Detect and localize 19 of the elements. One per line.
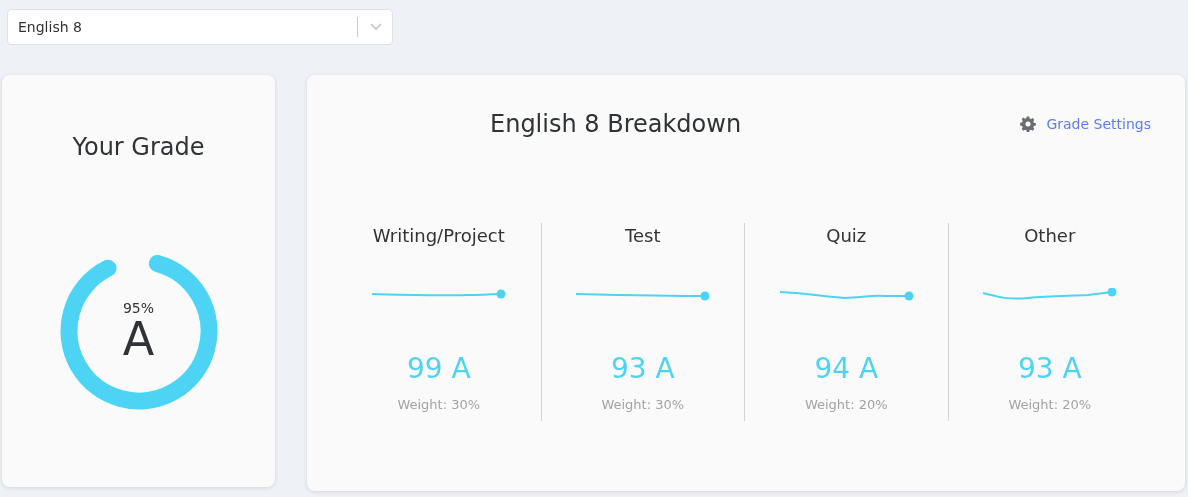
settings-icon[interactable] xyxy=(1020,116,1037,132)
category-score: 99 A xyxy=(406,352,471,385)
card-title: Your Grade xyxy=(72,133,205,161)
category-name: Quiz xyxy=(826,225,867,246)
course-select[interactable]: English 8 xyxy=(7,9,393,45)
category-name: Test xyxy=(625,225,661,246)
category-score: 94 A xyxy=(814,352,879,385)
category-weight: Weight: 20% xyxy=(1008,397,1092,412)
category-score: 93 A xyxy=(1017,352,1082,385)
category-weight: Weight: 30% xyxy=(397,397,481,412)
category-name: Other xyxy=(1024,225,1076,246)
category-score: 93 A xyxy=(610,352,675,385)
card-title: English 8 Breakdown xyxy=(490,110,742,138)
category-weight: Weight: 30% xyxy=(601,397,685,412)
grade-letter: A xyxy=(122,316,155,362)
grade-percent: 95% xyxy=(122,300,155,316)
category-name: Writing/Project xyxy=(372,225,505,246)
category-weight: Weight: 20% xyxy=(804,397,888,412)
grade-settings-link[interactable]: Grade Settings xyxy=(1020,116,1151,132)
